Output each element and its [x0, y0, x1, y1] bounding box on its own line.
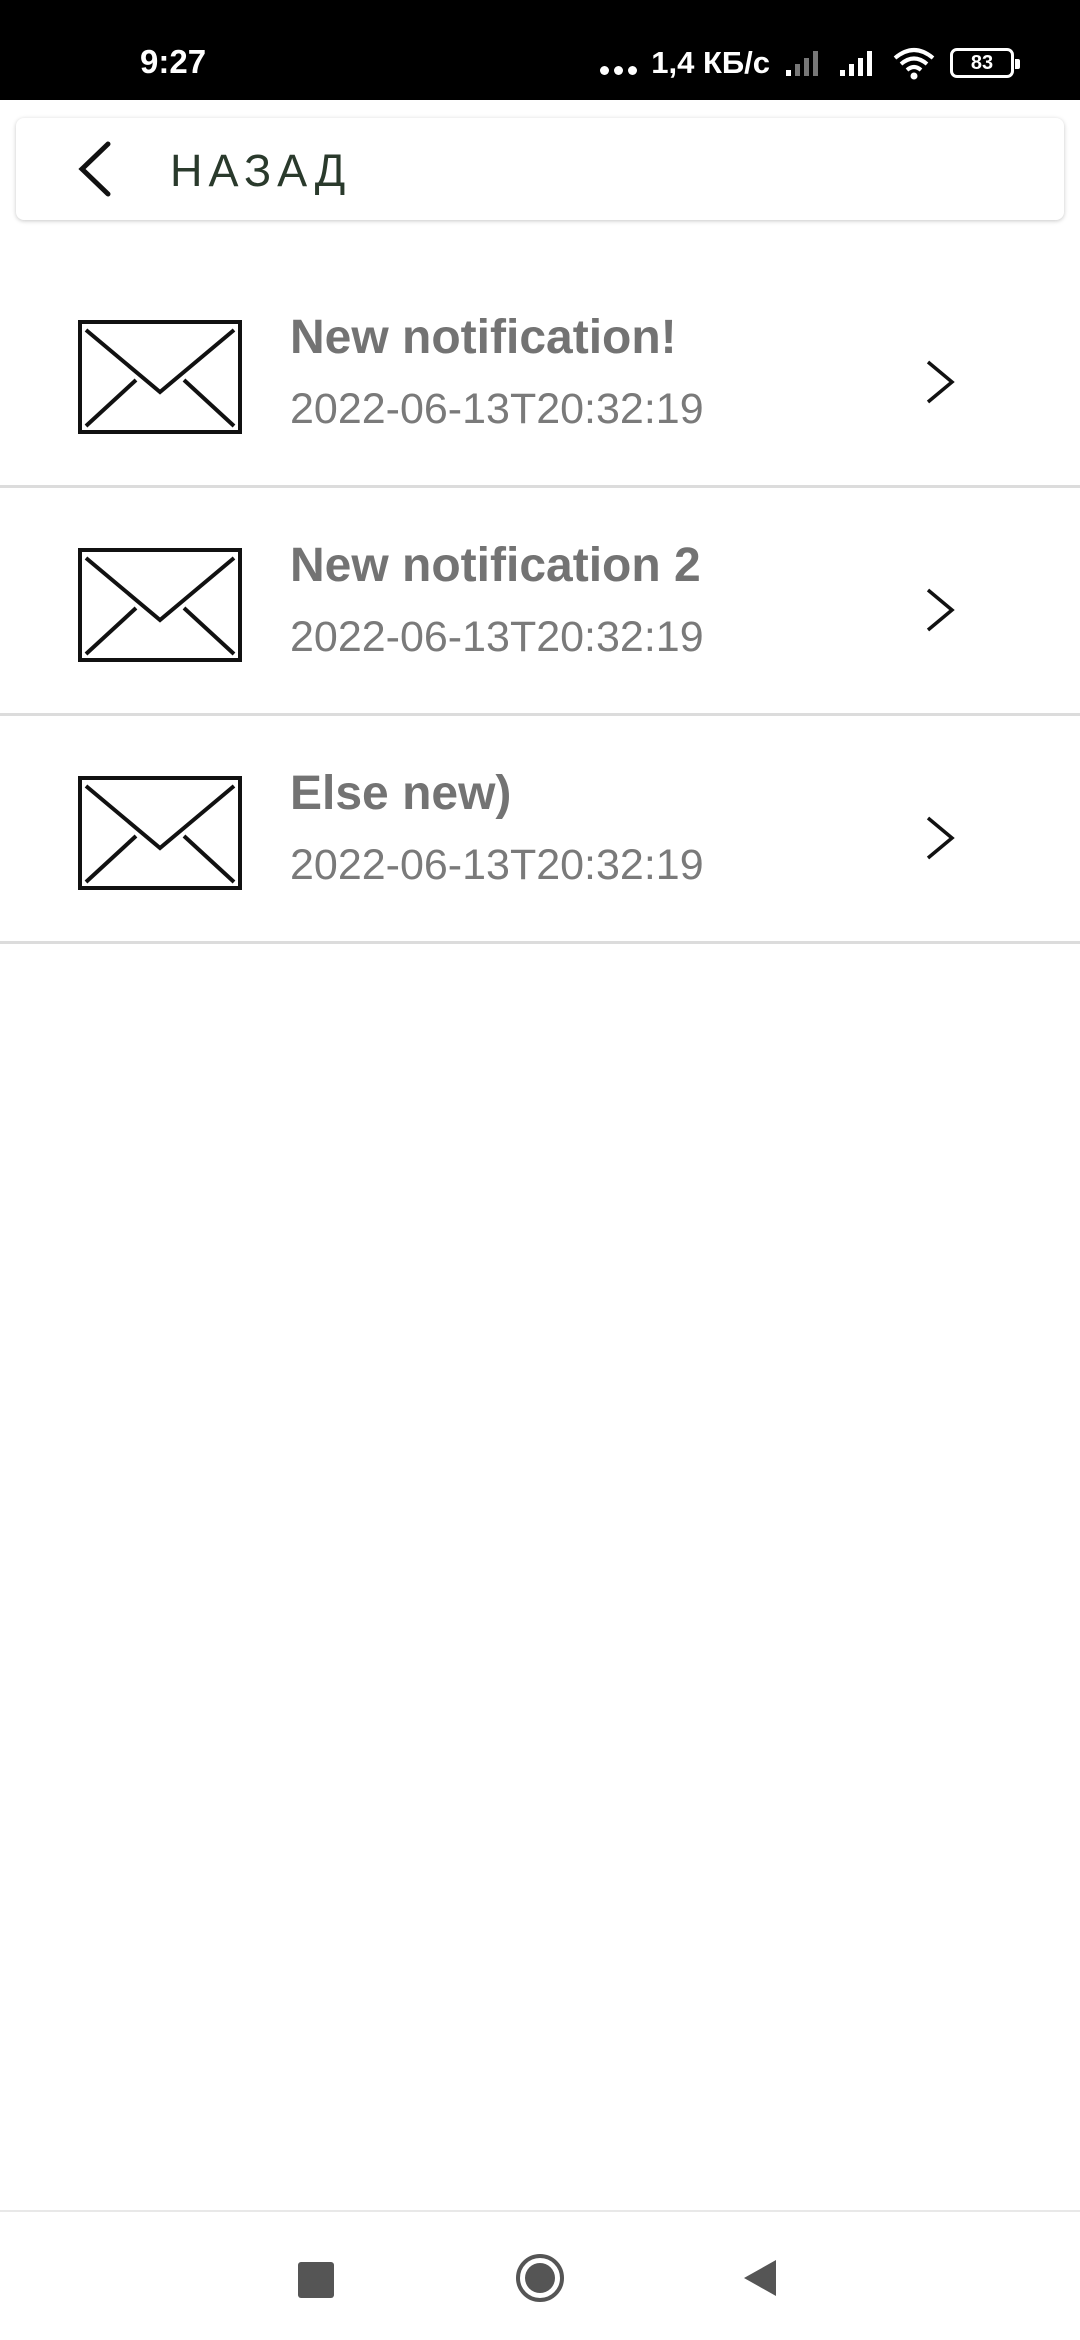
nav-back-button[interactable]: [740, 2256, 780, 2300]
notification-item[interactable]: Else new) 2022-06-13T20:32:19: [0, 716, 1080, 944]
notification-date: 2022-06-13T20:32:19: [290, 385, 704, 433]
back-label: НАЗАД: [170, 145, 352, 196]
more-notifications-icon: [600, 51, 638, 75]
notification-date: 2022-06-13T20:32:19: [290, 613, 704, 661]
recents-button[interactable]: [298, 2262, 334, 2298]
notification-title: New notification 2: [290, 539, 701, 592]
signal-icon-sim1: [786, 51, 818, 76]
status-indicators: 1,4 КБ/с 83: [600, 40, 1020, 86]
wifi-icon: [893, 48, 935, 80]
notification-list: New notification! 2022-06-13T20:32:19 Ne…: [0, 260, 1080, 944]
status-bar: 9:27 1,4 КБ/с 83: [0, 0, 1080, 100]
system-nav-bar: [0, 2210, 1080, 2340]
notification-item[interactable]: New notification 2 2022-06-13T20:32:19: [0, 488, 1080, 716]
battery-icon: 83: [950, 48, 1020, 78]
chevron-left-icon: [78, 141, 111, 197]
chevron-right-icon: [926, 360, 955, 404]
top-bar: НАЗАД: [16, 118, 1064, 220]
home-button[interactable]: [514, 2252, 566, 2304]
notification-title: New notification!: [290, 311, 677, 364]
signal-icon-sim2: [840, 51, 872, 76]
network-speed: 1,4 КБ/с: [651, 45, 770, 80]
back-button[interactable]: НАЗАД: [16, 118, 416, 220]
envelope-icon: [78, 548, 242, 662]
status-time: 9:27: [140, 43, 207, 80]
notification-title: Else new): [290, 767, 512, 820]
chevron-right-icon: [926, 588, 955, 632]
envelope-icon: [78, 776, 242, 890]
notification-date: 2022-06-13T20:32:19: [290, 841, 704, 889]
battery-level: 83: [970, 51, 994, 74]
chevron-right-icon: [926, 816, 955, 860]
notification-item[interactable]: New notification! 2022-06-13T20:32:19: [0, 260, 1080, 488]
envelope-icon: [78, 320, 242, 434]
